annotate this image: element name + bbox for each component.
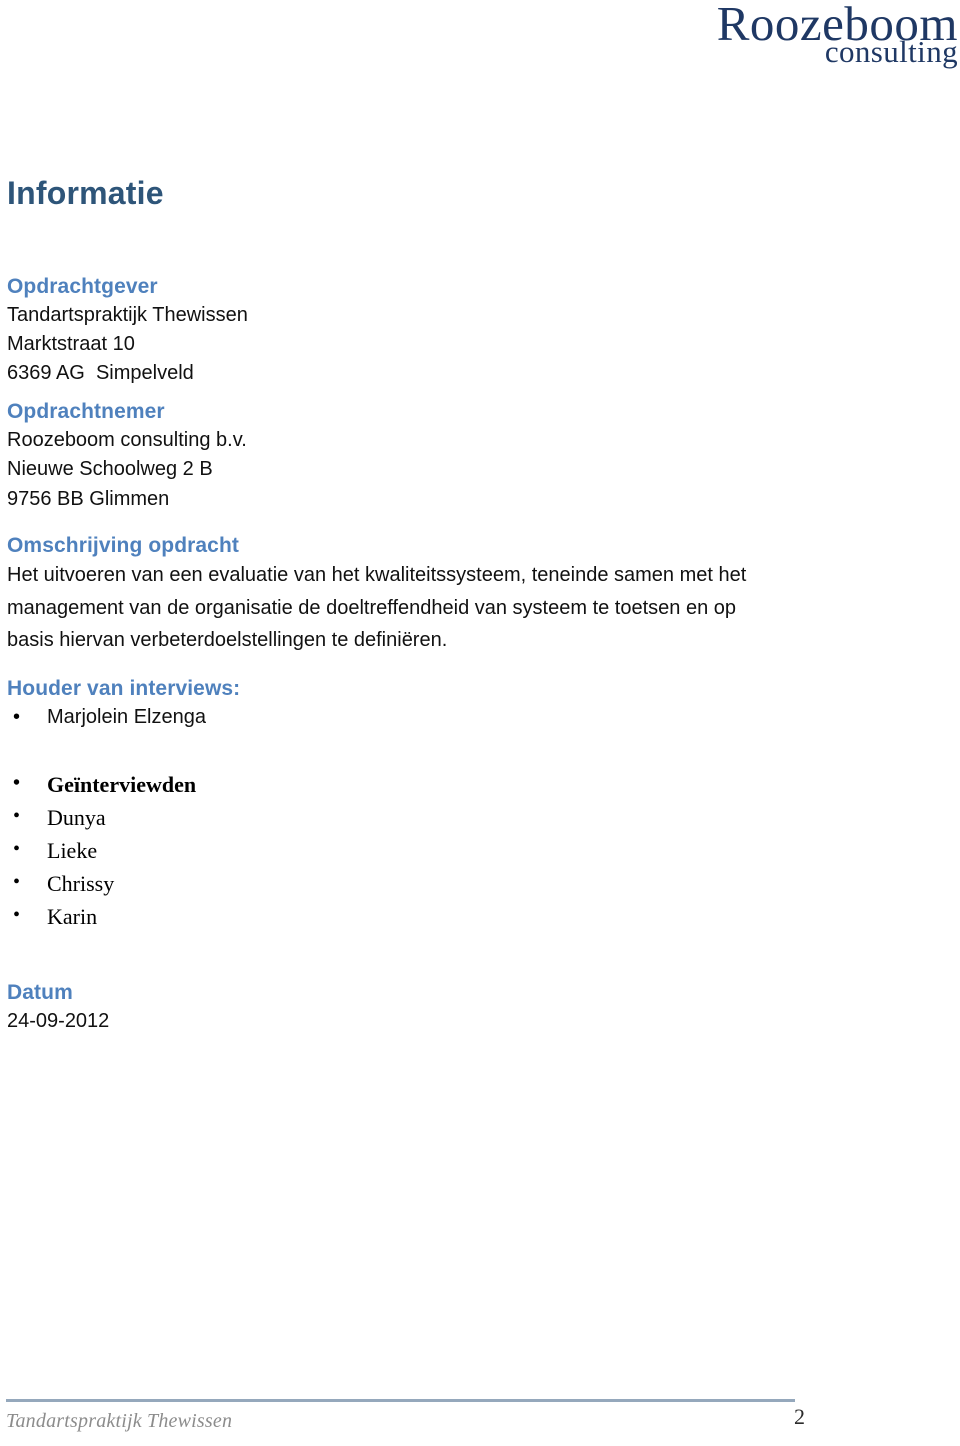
page-footer: Tandartspraktijk Thewissen 2 — [0, 1366, 960, 1446]
interviewee-name: Lieke — [47, 838, 98, 864]
document-content: Informatie Opdrachtgever Tandartspraktij… — [7, 175, 797, 1036]
interviewee-name: Karin — [47, 904, 98, 930]
footer-page-number: 2 — [794, 1404, 805, 1429]
list-item: • Chrissy — [7, 867, 797, 900]
section-heading-opdrachtgever: Opdrachtgever — [7, 275, 158, 299]
client-address-line-1: Tandartspraktijk Thewissen — [7, 303, 248, 326]
contractor-address-line-3: 9756 BB Glimmen — [7, 487, 170, 510]
footer-left-text: Tandartspraktijk Thewissen — [6, 1410, 233, 1432]
contractor-address-block: Roozeboom consulting b.v. Nieuwe Schoolw… — [7, 426, 797, 514]
client-address-line-2: Marktstraat 10 — [7, 333, 135, 356]
list-item: • Marjolein Elzenga — [7, 702, 797, 732]
client-address-block: Tandartspraktijk Thewissen Marktstraat 1… — [7, 301, 797, 389]
document-page: Roozeboom consulting Informatie Opdracht… — [0, 0, 960, 1446]
assignment-description-paragraph: Het uitvoeren van een evaluatie van het … — [7, 564, 747, 652]
contractor-address-line-1: Roozeboom consulting b.v. — [7, 429, 247, 452]
bullet-icon: • — [13, 904, 21, 927]
list-item: • Dunya — [7, 801, 797, 834]
bullet-icon: • — [13, 805, 21, 828]
bullet-icon: • — [13, 838, 21, 861]
page-title: Informatie — [7, 175, 164, 211]
section-heading-opdrachtnemer: Opdrachtnemer — [7, 400, 165, 424]
interviewees-heading-label: Geïnterviewden — [47, 772, 197, 798]
company-logo: Roozeboom consulting — [658, 0, 958, 67]
section-heading-omschrijving-opdracht: Omschrijving opdracht — [7, 533, 239, 557]
section-heading-datum: Datum — [7, 981, 73, 1005]
date-value: 24-09-2012 — [7, 1010, 110, 1033]
bullet-icon: • — [13, 871, 21, 894]
section-heading-houder-van-interviews: Houder van interviews: — [7, 676, 241, 700]
bullet-icon: • — [13, 706, 21, 729]
interviewer-list: • Marjolein Elzenga — [7, 702, 797, 732]
list-item: • Karin — [7, 900, 797, 933]
list-item-interviewees-heading: • Geïnterviewden — [7, 768, 797, 801]
bullet-icon: • — [13, 772, 21, 795]
client-address-line-3: 6369 AG Simpelveld — [7, 362, 194, 385]
interviewer-name: Marjolein Elzenga — [47, 706, 206, 729]
contractor-address-line-2: Nieuwe Schoolweg 2 B — [7, 458, 213, 481]
interviewees-list: • Geïnterviewden • Dunya • Lieke • Chris… — [7, 768, 797, 933]
interviewee-name: Dunya — [47, 805, 106, 831]
list-item: • Lieke — [7, 834, 797, 867]
footer-divider — [6, 1399, 795, 1402]
interviewee-name: Chrissy — [47, 871, 115, 897]
